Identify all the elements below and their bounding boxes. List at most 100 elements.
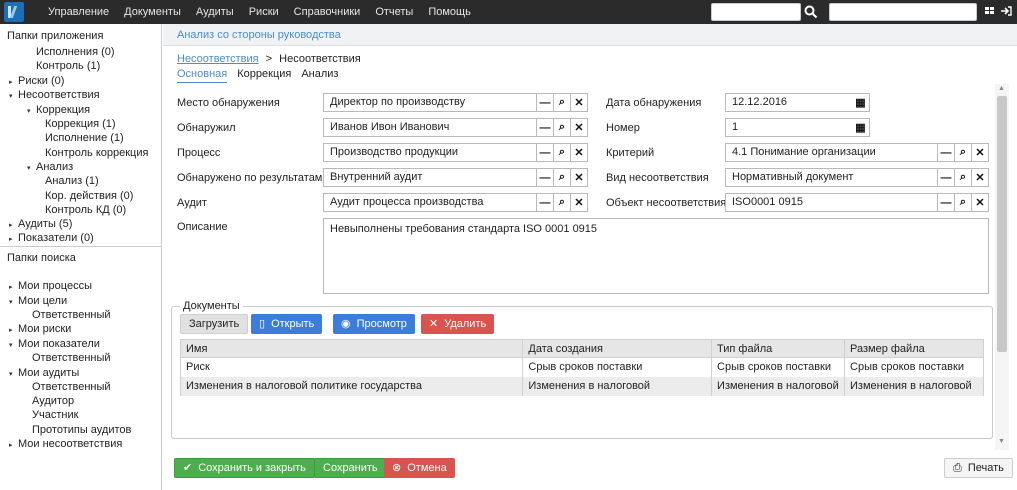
column-header-size[interactable]: Размер файла [844, 339, 984, 358]
expand-arrow-icon[interactable]: ▸ [9, 326, 18, 334]
tree-item-responsible[interactable]: Ответственный [32, 309, 111, 321]
tree-item-my-audits[interactable]: ▾ Мои аудиты [9, 367, 79, 379]
clear-icon[interactable]: — [536, 194, 553, 211]
table-cell[interactable]: Срыв сроков поставки [844, 357, 984, 377]
audit-value[interactable]: Аудит процесса производства [324, 194, 536, 211]
tree-item-correction-count[interactable]: Коррекция (1) [45, 118, 116, 130]
upload-button[interactable]: Загрузить [180, 314, 249, 334]
tree-item-auditor[interactable]: Аудитор [32, 395, 74, 407]
clear-icon[interactable]: — [937, 169, 954, 186]
process-field[interactable]: Производство продукции — ⌕ ✕ [323, 143, 588, 162]
tree-item-responsible[interactable]: Ответственный [32, 381, 111, 393]
criterion-field[interactable]: 4.1 Понимание организации — ⌕ ✕ [725, 143, 989, 162]
close-icon[interactable]: ✕ [570, 169, 587, 186]
close-icon[interactable]: ✕ [971, 144, 988, 161]
object-value[interactable]: ISO0001 0915 [726, 194, 937, 211]
process-value[interactable]: Производство продукции [324, 144, 536, 161]
place-field[interactable]: Директор по производству — ⌕ ✕ [323, 93, 588, 112]
collapse-arrow-icon[interactable]: ▾ [27, 164, 36, 172]
close-icon[interactable]: ✕ [570, 94, 587, 111]
tree-item-ca-control[interactable]: Контроль КД (0) [45, 204, 126, 216]
search-icon[interactable]: ⌕ [553, 194, 570, 211]
grid-icon[interactable] [985, 6, 995, 16]
column-header-type[interactable]: Тип файла [711, 339, 846, 358]
search-icon[interactable]: ⌕ [954, 144, 971, 161]
type-value[interactable]: Нормативный документ [726, 169, 937, 186]
close-icon[interactable]: ✕ [971, 194, 988, 211]
scroll-down-icon[interactable]: ▼ [998, 438, 1005, 445]
search-icon[interactable]: ⌕ [553, 94, 570, 111]
tree-item-my-indicators[interactable]: ▾ Мои показатели [9, 338, 100, 350]
found-result-value[interactable]: Внутренний аудит [324, 169, 536, 186]
found-by-value[interactable]: Иванов Ивон Иванович [324, 119, 536, 136]
tree-item-my-processes[interactable]: ▸ Мои процессы [9, 280, 92, 292]
print-button[interactable]: ⎙ Печать [944, 458, 1013, 478]
calendar-icon[interactable]: ▦ [852, 119, 869, 136]
search-icon[interactable]: ⌕ [954, 169, 971, 186]
scroll-up-icon[interactable]: ▲ [998, 85, 1005, 92]
tree-item-correction[interactable]: ▾ Коррекция [27, 104, 90, 116]
cancel-button[interactable]: ⊗ Отмена [384, 458, 455, 478]
audit-field[interactable]: Аудит процесса производства — ⌕ ✕ [323, 193, 588, 212]
table-cell[interactable]: Изменения в налоговой [522, 376, 713, 396]
tab-analysis[interactable]: Анализ [301, 68, 338, 83]
expand-arrow-icon[interactable]: ▸ [9, 221, 18, 229]
scrollbar-thumb[interactable] [997, 96, 1007, 352]
menu-item-documents[interactable]: Документы [124, 0, 181, 24]
clear-icon[interactable]: — [937, 194, 954, 211]
search-icon[interactable]: ⌕ [553, 119, 570, 136]
close-icon[interactable]: ✕ [971, 169, 988, 186]
menu-item-help[interactable]: Помощь [428, 0, 471, 24]
column-header-name[interactable]: Имя [179, 339, 524, 358]
tree-item-analysis[interactable]: ▾ Анализ [27, 161, 73, 173]
number-field[interactable]: 1 ▦ [725, 118, 870, 137]
search-icon[interactable] [804, 5, 818, 19]
menu-item-audits[interactable]: Аудиты [196, 0, 234, 24]
table-cell[interactable]: Изменения в налоговой политике государст… [179, 376, 524, 396]
object-field[interactable]: ISO0001 0915 — ⌕ ✕ [725, 193, 989, 212]
collapse-arrow-icon[interactable]: ▾ [9, 92, 18, 100]
top-secondary-input[interactable] [829, 3, 977, 21]
delete-button[interactable]: ✕ Удалить [421, 314, 495, 334]
close-icon[interactable]: ✕ [570, 194, 587, 211]
clear-icon[interactable]: — [536, 119, 553, 136]
menu-item-management[interactable]: Управление [48, 0, 109, 24]
tree-item-execution[interactable]: Исполнение (1) [45, 132, 124, 144]
collapse-arrow-icon[interactable]: ▾ [9, 298, 18, 306]
tree-item-nonconformities[interactable]: ▾ Несоответствия [9, 89, 100, 101]
table-cell[interactable]: Срыв сроков поставки [522, 357, 713, 377]
found-by-field[interactable]: Иванов Ивон Иванович — ⌕ ✕ [323, 118, 588, 137]
close-icon[interactable]: ✕ [570, 144, 587, 161]
expand-arrow-icon[interactable]: ▸ [9, 441, 18, 449]
table-row[interactable]: Риск Срыв сроков поставки Срыв сроков по… [179, 357, 984, 377]
app-logo[interactable] [4, 2, 24, 22]
menu-item-reports[interactable]: Отчеты [375, 0, 413, 24]
clear-icon[interactable]: — [536, 144, 553, 161]
tree-item-audits[interactable]: ▸ Аудиты (5) [9, 218, 72, 230]
tree-item-control[interactable]: Контроль (1) [36, 60, 100, 72]
menu-item-risks[interactable]: Риски [249, 0, 279, 24]
tree-item-risks[interactable]: ▸ Риски (0) [9, 75, 64, 87]
place-value[interactable]: Директор по производству [324, 94, 536, 111]
collapse-arrow-icon[interactable]: ▾ [9, 370, 18, 378]
save-and-close-button[interactable]: ✔ Сохранить и закрыть [174, 458, 315, 478]
save-button[interactable]: Сохранить [314, 458, 387, 478]
table-cell[interactable]: Изменения в налоговой [844, 376, 984, 396]
breadcrumb-link[interactable]: Несоответствия [177, 53, 259, 65]
criterion-value[interactable]: 4.1 Понимание организации [726, 144, 937, 161]
logout-icon[interactable] [1000, 6, 1012, 16]
tree-item-responsible[interactable]: Ответственный [32, 352, 111, 364]
table-cell[interactable]: Риск [179, 357, 524, 377]
tree-item-corrective-actions[interactable]: Кор. действия (0) [45, 190, 133, 202]
tree-item-my-nonconformities[interactable]: ▸ Мои несоответствия [9, 438, 122, 450]
tab-correction[interactable]: Коррекция [237, 68, 291, 83]
expand-arrow-icon[interactable]: ▸ [9, 78, 18, 86]
search-icon[interactable]: ⌕ [954, 194, 971, 211]
tree-item-my-goals[interactable]: ▾ Мои цели [9, 295, 67, 307]
menu-item-references[interactable]: Справочники [294, 0, 361, 24]
type-field[interactable]: Нормативный документ — ⌕ ✕ [725, 168, 989, 187]
collapse-arrow-icon[interactable]: ▾ [27, 107, 36, 115]
search-icon[interactable]: ⌕ [553, 169, 570, 186]
table-row[interactable]: Изменения в налоговой политике государст… [179, 376, 984, 396]
tree-item-audit-prototypes[interactable]: Прототипы аудитов [32, 424, 131, 436]
